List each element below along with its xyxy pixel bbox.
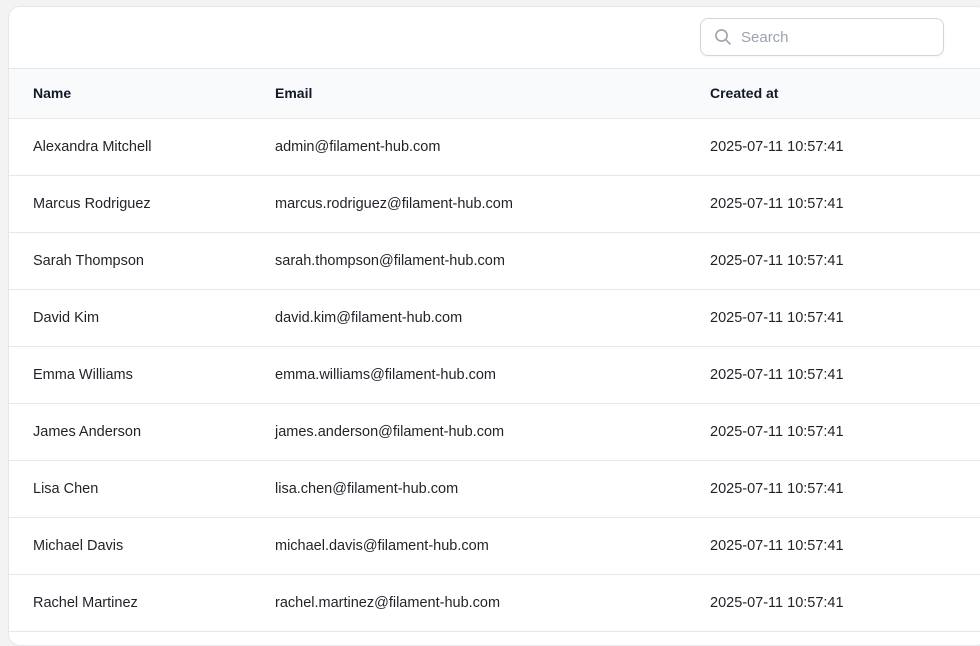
cell-email: admin@filament-hub.com [275, 138, 441, 155]
cell-email: lisa.chen@filament-hub.com [275, 480, 459, 497]
table-row[interactable]: Alexandra Mitchell admin@filament-hub.co… [9, 118, 980, 175]
users-table: Name Email Created at Alexandra Mitchell… [9, 69, 980, 632]
cell-name: Sarah Thompson [33, 252, 144, 269]
cell-email: emma.williams@filament-hub.com [275, 366, 496, 383]
table-row[interactable]: David Kim david.kim@filament-hub.com 202… [9, 289, 980, 346]
cell-name: James Anderson [33, 423, 142, 440]
column-header-created-at[interactable]: Created at [710, 69, 980, 118]
column-header-email[interactable]: Email [275, 69, 710, 118]
table-row[interactable]: Michael Davis michael.davis@filament-hub… [9, 517, 980, 574]
table-row[interactable]: Emma Williams emma.williams@filament-hub… [9, 346, 980, 403]
table-toolbar [9, 7, 980, 69]
cell-name: Lisa Chen [33, 480, 99, 497]
cell-email: james.anderson@filament-hub.com [275, 423, 505, 440]
cell-name: David Kim [33, 309, 100, 326]
cell-created-at: 2025-07-11 10:57:41 [710, 537, 844, 554]
cell-email: rachel.martinez@filament-hub.com [275, 594, 501, 611]
cell-email: marcus.rodriguez@filament-hub.com [275, 195, 513, 212]
cell-email: michael.davis@filament-hub.com [275, 537, 489, 554]
table-row[interactable]: Marcus Rodriguez marcus.rodriguez@filame… [9, 175, 980, 232]
cell-email: sarah.thompson@filament-hub.com [275, 252, 505, 269]
cell-name: Rachel Martinez [33, 594, 138, 611]
cell-created-at: 2025-07-11 10:57:41 [710, 480, 844, 497]
cell-created-at: 2025-07-11 10:57:41 [710, 252, 844, 269]
users-table-card: Name Email Created at Alexandra Mitchell… [8, 6, 980, 646]
search-box[interactable] [700, 18, 944, 56]
cell-name: Alexandra Mitchell [33, 138, 152, 155]
search-icon [714, 28, 732, 46]
cell-created-at: 2025-07-11 10:57:41 [710, 594, 844, 611]
cell-created-at: 2025-07-11 10:57:41 [710, 423, 844, 440]
cell-name: Emma Williams [33, 366, 133, 383]
column-header-name[interactable]: Name [9, 69, 275, 118]
cell-created-at: 2025-07-11 10:57:41 [710, 195, 844, 212]
table-row[interactable]: James Anderson james.anderson@filament-h… [9, 403, 980, 460]
table-row[interactable]: Lisa Chen lisa.chen@filament-hub.com 202… [9, 460, 980, 517]
table-row[interactable]: Sarah Thompson sarah.thompson@filament-h… [9, 232, 980, 289]
cell-created-at: 2025-07-11 10:57:41 [710, 366, 844, 383]
cell-created-at: 2025-07-11 10:57:41 [710, 309, 844, 326]
cell-email: david.kim@filament-hub.com [275, 309, 463, 326]
cell-name: Michael Davis [33, 537, 124, 554]
cell-created-at: 2025-07-11 10:57:41 [710, 138, 844, 155]
cell-name: Marcus Rodriguez [33, 195, 151, 212]
search-input[interactable] [741, 28, 931, 46]
table-row[interactable]: Rachel Martinez rachel.martinez@filament… [9, 574, 980, 631]
table-header-row: Name Email Created at [9, 69, 980, 118]
